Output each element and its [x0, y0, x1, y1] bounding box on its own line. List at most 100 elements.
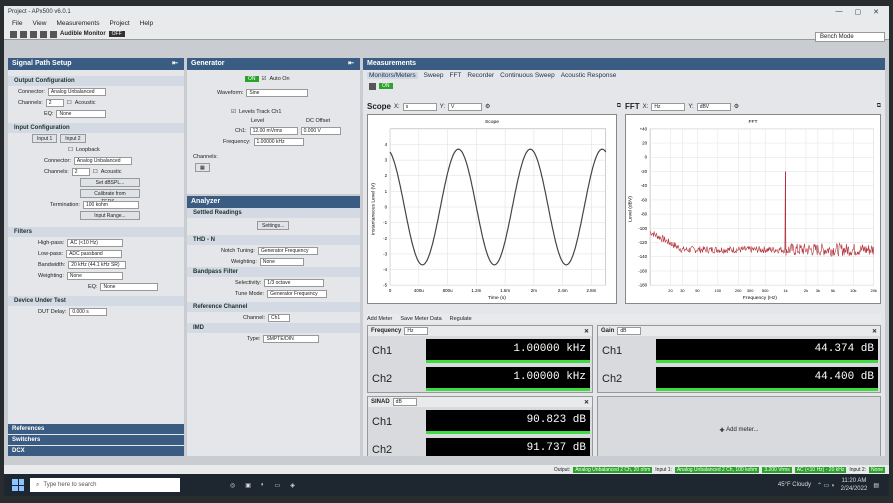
open-icon[interactable] — [20, 30, 27, 38]
audible-monitor-toggle[interactable]: OFF — [108, 31, 125, 37]
print-icon[interactable] — [40, 30, 47, 38]
meter-close-icon[interactable]: ✕ — [584, 328, 592, 335]
imd-type-select[interactable]: SMPTE/DIN — [263, 334, 320, 343]
store-icon[interactable]: ◈ — [290, 482, 295, 489]
thdn-weighting-select[interactable]: None — [259, 257, 304, 266]
menu-help[interactable]: Help — [140, 20, 153, 27]
settings-button[interactable]: Settings... — [257, 221, 290, 230]
bench-mode-select[interactable]: Bench Mode — [815, 32, 885, 42]
tab-fft[interactable]: FFT — [449, 72, 461, 79]
tab-input-2[interactable]: Input 2 — [60, 134, 86, 143]
clock[interactable]: 11:20 AM 2/24/2022 — [841, 477, 868, 493]
gain-unit-select[interactable]: dB — [617, 327, 642, 335]
weighting-select[interactable]: None — [66, 271, 123, 280]
scope-popout-icon[interactable]: ⧉ — [617, 103, 621, 110]
auto-on-checkbox[interactable]: ☑ — [262, 76, 267, 82]
menu-measurements[interactable]: Measurements — [56, 20, 99, 27]
weather-widget[interactable]: 45°F Cloudy — [778, 482, 811, 488]
task-view-icon[interactable]: ◎ — [230, 482, 235, 489]
meter-close-icon[interactable]: ✕ — [872, 328, 880, 335]
waveform-select[interactable]: Sine — [246, 88, 309, 97]
tab-acoustic-response[interactable]: Acoustic Response — [561, 72, 617, 79]
status-filter-value[interactable]: AC (<10 Hz) - 20 kHz — [794, 466, 847, 473]
imd-header[interactable]: IMD — [187, 323, 360, 333]
status-input2-value[interactable]: None — [869, 466, 885, 473]
scope-x-unit-select[interactable]: s — [402, 102, 437, 111]
level-input[interactable]: 12.00 mVrms — [249, 126, 298, 135]
sinad-unit-select[interactable]: dB — [392, 398, 417, 406]
sidebar-item-dcx[interactable]: DCX — [8, 446, 184, 456]
bandpass-header[interactable]: Bandpass Filter — [187, 267, 360, 277]
run-icon[interactable] — [50, 30, 57, 38]
fft-popout-icon[interactable]: ⧉ — [877, 103, 881, 110]
tab-monitors-meters[interactable]: Monitors/Meters — [367, 72, 418, 79]
menu-file[interactable]: File — [12, 20, 22, 27]
tab-sweep[interactable]: Sweep — [424, 72, 444, 79]
output-config-header[interactable]: Output Configuration — [8, 76, 184, 86]
tray-icons[interactable]: ⌃ ▭ ◖ — [817, 482, 835, 489]
regulate-button[interactable]: Regulate — [450, 316, 472, 322]
input-eq-select[interactable]: None — [100, 282, 159, 291]
dut-delay-stepper[interactable]: 0.000 s — [69, 307, 108, 316]
output-channels-stepper[interactable]: 2 — [45, 98, 64, 107]
dc-offset-input[interactable]: 0.000 V — [300, 126, 341, 135]
filters-header[interactable]: Filters — [8, 227, 184, 237]
app-icon[interactable]: ▣ — [245, 482, 251, 489]
levels-track-checkbox[interactable]: ☑ — [231, 109, 236, 115]
output-acoustic-checkbox[interactable]: ☐ — [67, 100, 72, 106]
tab-continuous-sweep[interactable]: Continuous Sweep — [500, 72, 555, 79]
save-icon[interactable] — [30, 30, 37, 38]
thdn-header[interactable]: THD - N — [187, 235, 360, 245]
menu-view[interactable]: View — [32, 20, 46, 27]
input-connector-select[interactable]: Analog Unbalanced — [73, 156, 132, 165]
save-meter-data-button[interactable]: Save Meter Data — [400, 316, 441, 322]
dut-header[interactable]: Device Under Test — [8, 296, 184, 306]
status-output-value[interactable]: Analog Unbalanced 2 Ch, 20 ohm — [573, 466, 653, 473]
windows-start-icon[interactable] — [12, 479, 24, 491]
add-meter-button[interactable]: Add Meter — [367, 316, 392, 322]
frequency-unit-select[interactable]: Hz — [404, 327, 429, 335]
fft-plot[interactable]: FFT Level (dBV) Frequency (Hz) 20 30 50 100… — [625, 114, 881, 304]
new-icon[interactable] — [10, 30, 17, 38]
lowpass-select[interactable]: ADC passband — [66, 249, 123, 258]
folder-icon[interactable]: ▭ — [275, 482, 281, 489]
output-eq-select[interactable]: None — [56, 109, 107, 118]
tab-input-1[interactable]: Input 1 — [32, 134, 58, 143]
tab-recorder[interactable]: Recorder — [467, 72, 494, 79]
tune-mode-select[interactable]: Generator Frequency — [267, 289, 328, 298]
measurements-on-toggle[interactable]: ON — [379, 83, 393, 89]
reference-channel-header[interactable]: Reference Channel — [187, 302, 360, 312]
grid-icon[interactable] — [369, 82, 376, 90]
loopback-checkbox[interactable]: ☐ — [68, 147, 73, 153]
frequency-input[interactable]: 1.00000 kHz — [253, 137, 304, 146]
notch-select[interactable]: Generator Frequency — [257, 246, 318, 255]
close-icon[interactable]: ✕ — [873, 8, 879, 16]
fft-y-unit-select[interactable]: dBV — [696, 102, 731, 111]
edge-icon[interactable]: ◐ — [261, 482, 265, 488]
minimize-icon[interactable]: — — [836, 8, 843, 16]
input-acoustic-checkbox[interactable]: ☐ — [93, 169, 98, 175]
ref-channel-select[interactable]: Ch1 — [268, 313, 291, 322]
notification-icon[interactable]: ▤ — [873, 482, 879, 489]
status-rms-value[interactable]: 3.200 Vrms — [762, 466, 792, 473]
input-channels-stepper[interactable]: 2 — [71, 167, 90, 176]
calibrate-teds-button[interactable]: Calibrate from TEDS... — [80, 189, 140, 205]
sidebar-item-references[interactable]: References — [8, 424, 184, 434]
menu-project[interactable]: Project — [109, 20, 129, 27]
pin-icon[interactable]: ⇤ — [348, 58, 354, 70]
maximize-icon[interactable]: ▢ — [855, 8, 862, 16]
input-config-header[interactable]: Input Configuration — [8, 123, 184, 133]
settled-readings-header[interactable]: Settled Readings — [187, 208, 360, 218]
taskbar-search[interactable]: ⌕ Type here to search — [30, 478, 180, 492]
generator-on-toggle[interactable]: ON — [245, 75, 259, 82]
bandwidth-select[interactable]: 20 kHz (44.1 kHz SR) — [68, 260, 127, 269]
input-range-button[interactable]: Input Range... — [80, 211, 140, 220]
fft-x-unit-select[interactable]: Hz — [651, 102, 686, 111]
selectivity-select[interactable]: 1/3 octave — [264, 278, 325, 287]
meter-close-icon[interactable]: ✕ — [584, 399, 592, 406]
termination-select[interactable]: 100 kohm — [82, 200, 139, 209]
add-meter-slot[interactable]: ✚ Add meter... — [597, 396, 881, 456]
output-connector-select[interactable]: Analog Unbalanced — [47, 87, 106, 96]
highpass-select[interactable]: AC (<10 Hz) — [67, 238, 124, 247]
status-input1-value[interactable]: Analog Unbalanced 2 Ch, 100 kohm — [674, 466, 760, 473]
